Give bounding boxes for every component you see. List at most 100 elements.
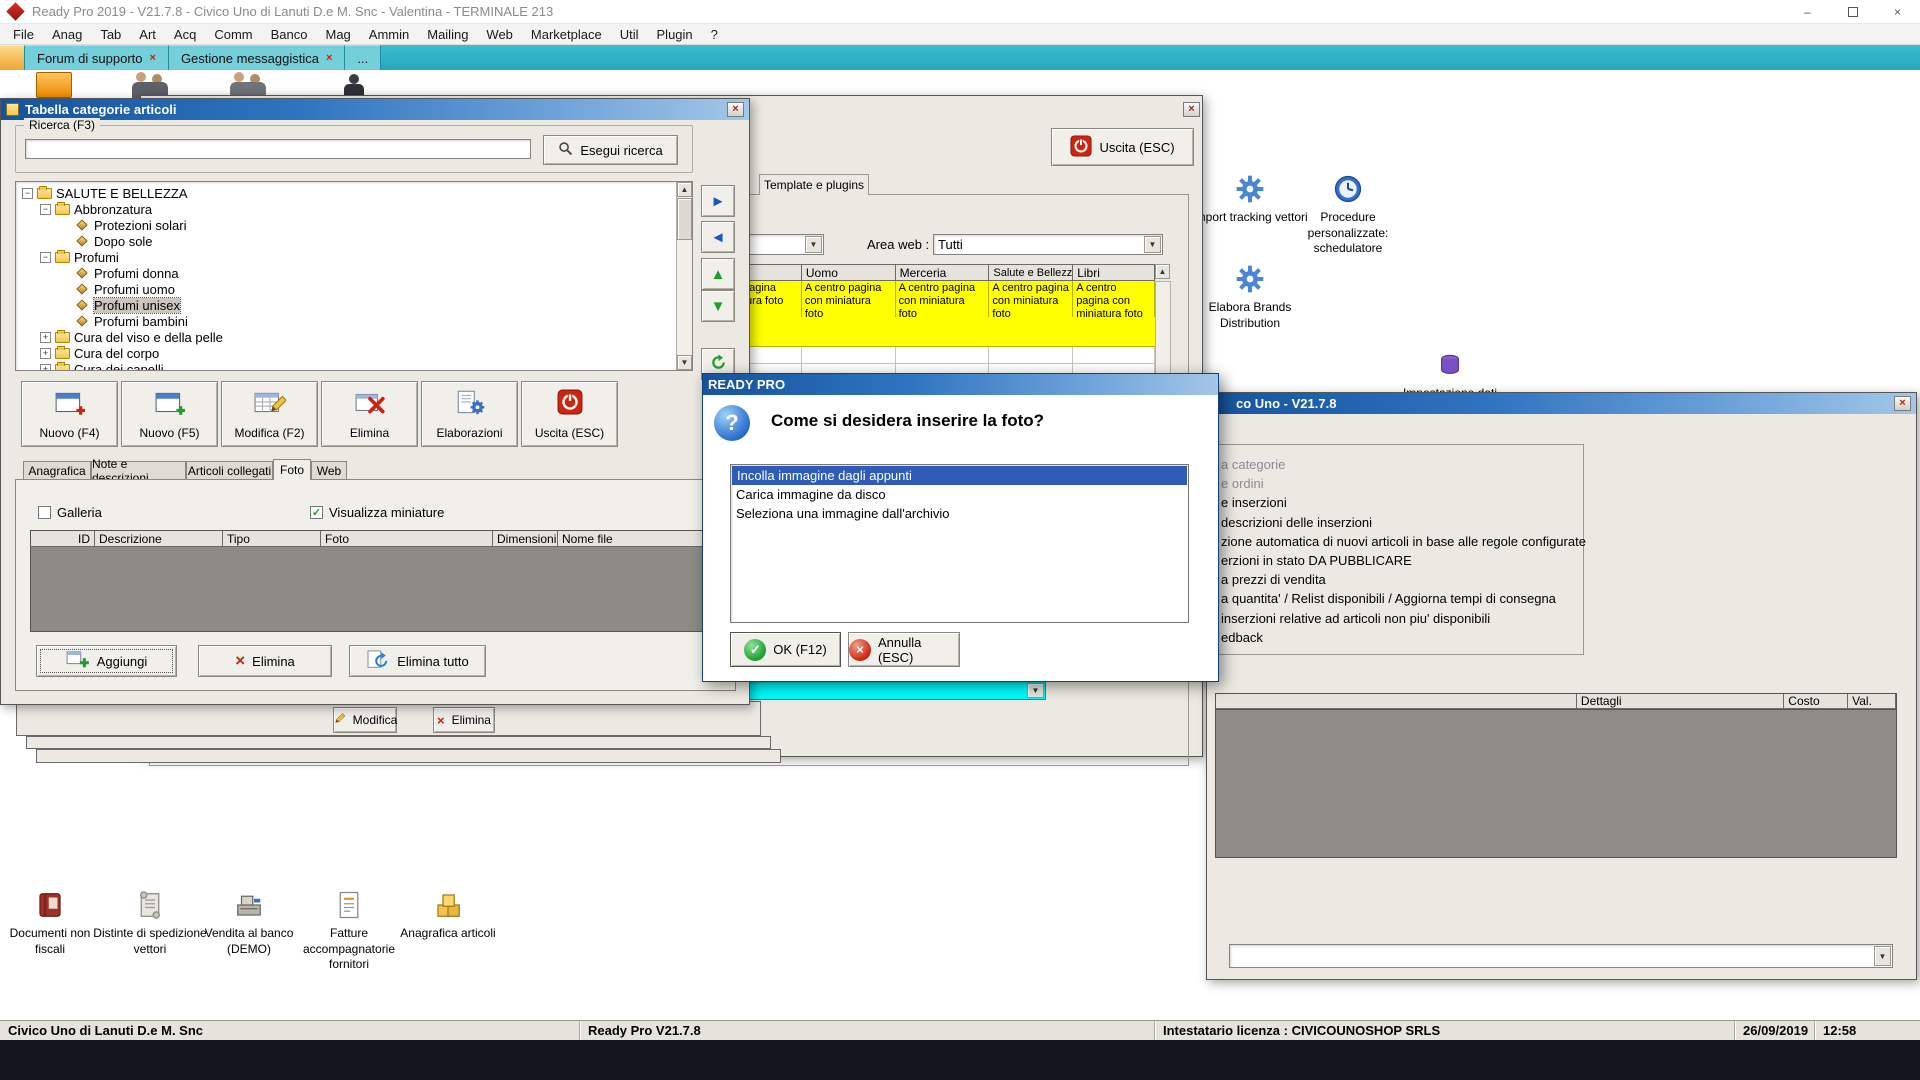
tab-gestione-messaggistica[interactable]: Gestione messaggistica×	[169, 45, 345, 70]
bottom-combobox[interactable]: ▼	[1229, 944, 1893, 968]
tree-item[interactable]: Protezioni solari	[74, 217, 187, 233]
listbox-option-carica[interactable]: Carica immagine da disco	[731, 485, 1188, 504]
detail-table-body[interactable]	[1215, 710, 1897, 858]
cyan-combobox[interactable]: ▼	[701, 681, 1046, 700]
elimina-button[interactable]: × Elimina	[433, 707, 495, 733]
menu-ammin[interactable]: Ammin	[360, 27, 418, 42]
menu-plugin[interactable]: Plugin	[648, 27, 702, 42]
uscita-esc-toolbar-button[interactable]: Uscita (ESC)	[521, 381, 618, 447]
tab-foto[interactable]: Foto	[273, 459, 311, 480]
close-tab-icon[interactable]: ×	[326, 52, 332, 64]
desktop-icon-documenti-non-fiscali[interactable]: Documenti non fiscali	[0, 888, 106, 957]
column-header-tipo[interactable]: Tipo	[223, 531, 321, 547]
menu-file[interactable]: File	[4, 27, 43, 42]
aggiungi-button[interactable]: Aggiungi	[36, 645, 177, 677]
chevron-down-icon[interactable]: ▼	[1144, 236, 1161, 253]
column-header-merceria[interactable]: Merceria	[896, 265, 990, 281]
close-window-icon[interactable]: ×	[1183, 102, 1200, 117]
tree-scrollbar[interactable]: ▲ ▼	[676, 182, 692, 370]
photo-table-body[interactable]	[30, 547, 724, 632]
menu-acq[interactable]: Acq	[165, 27, 205, 42]
collapse-icon[interactable]: −	[40, 252, 51, 263]
tree-item[interactable]: +Cura dei capelli	[40, 361, 164, 371]
tab-articoli-collegati[interactable]: Articoli collegati	[186, 461, 273, 479]
column-header-libri[interactable]: Libri	[1073, 265, 1155, 281]
tree-item[interactable]: +Cura del viso e della pelle	[40, 329, 223, 345]
tab-template-e-plugins[interactable]: Template e plugins	[759, 174, 869, 195]
menu-tab[interactable]: Tab	[91, 27, 130, 42]
desktop-icon-import-tracking[interactable]: Import tracking vettori	[1192, 172, 1308, 226]
tab-anagrafica[interactable]: Anagrafica	[23, 461, 91, 479]
tree-item[interactable]: Profumi donna	[74, 265, 179, 281]
collapse-icon[interactable]: −	[22, 188, 33, 199]
desktop-icon-partial-folder[interactable]	[36, 72, 72, 98]
desktop-icon-vendita-al-banco[interactable]: Vendita al banco (DEMO)	[192, 888, 306, 957]
option-item[interactable]: a categorie	[1221, 457, 1285, 472]
menu-util[interactable]: Util	[611, 27, 648, 42]
template-grid-row[interactable]: paginatura foto A centro pagina con mini…	[739, 281, 1155, 317]
column-header-id[interactable]: ID	[31, 531, 95, 547]
option-item[interactable]: erzioni in stato DA PUBBLICARE	[1221, 553, 1412, 568]
close-window-icon[interactable]: ×	[1894, 396, 1911, 411]
column-header-uomo[interactable]: Uomo	[802, 265, 896, 281]
option-item[interactable]: a quantita' / Relist disponibili / Aggio…	[1221, 591, 1556, 606]
tree-item[interactable]: +Cura del corpo	[40, 345, 159, 361]
grid-cell[interactable]: A centro pagina con miniatura foto	[1073, 281, 1155, 317]
move-left-button[interactable]: ◄	[701, 221, 735, 253]
visualizza-miniature-checkbox[interactable]: ✓Visualizza miniature	[310, 505, 444, 520]
close-button[interactable]: ×	[1875, 0, 1920, 24]
desktop-icon-anagrafica-articoli[interactable]: Anagrafica articoli	[388, 888, 508, 942]
minimize-button[interactable]: –	[1785, 0, 1830, 24]
template-grid-row[interactable]	[739, 317, 1155, 347]
area-web-combobox[interactable]: Tutti ▼	[933, 234, 1163, 255]
move-up-button[interactable]: ▲	[701, 258, 735, 290]
listbox-option-incolla[interactable]: Incolla immagine dagli appunti	[732, 466, 1187, 485]
scrollbar-thumb[interactable]	[677, 198, 692, 240]
nuovo-f4-button[interactable]: Nuovo (F4)	[21, 381, 118, 447]
option-item[interactable]: edback	[1221, 630, 1263, 645]
grid-cell[interactable]	[989, 347, 1073, 364]
esegui-ricerca-button[interactable]: Esegui ricerca	[543, 135, 678, 165]
column-header-salute[interactable]: Salute e Bellezza	[989, 265, 1073, 281]
modifica-f2-button[interactable]: Modifica (F2)	[221, 381, 318, 447]
category-search-input[interactable]	[25, 139, 531, 159]
elimina-tutto-button[interactable]: Elimina tutto	[349, 645, 486, 677]
maximize-button[interactable]	[1830, 0, 1875, 24]
menu-mag[interactable]: Mag	[316, 27, 359, 42]
tab-note-e-descrizioni[interactable]: Note e descrizioni	[91, 461, 186, 479]
column-header-dettagli[interactable]: Dettagli	[1577, 694, 1784, 709]
tree-item[interactable]: Dopo sole	[74, 233, 153, 249]
option-item[interactable]: inserzioni relative ad articoli non piu'…	[1221, 611, 1490, 626]
tree-item[interactable]: −SALUTE E BELLEZZA	[22, 185, 188, 201]
tree-item[interactable]: −Profumi	[40, 249, 119, 265]
grid-cell[interactable]: A centro pagina con miniatura foto	[896, 281, 990, 317]
galleria-checkbox[interactable]: Galleria	[38, 505, 102, 520]
option-item[interactable]: e ordini	[1221, 476, 1264, 491]
column-header-costo[interactable]: Costo	[1784, 694, 1848, 709]
column-header-val[interactable]: Val.	[1848, 694, 1896, 709]
tab-forum-di-supporto[interactable]: Forum di supporto×	[25, 45, 169, 70]
annulla-button[interactable]: × Annulla (ESC)	[848, 632, 960, 667]
expand-icon[interactable]: +	[40, 332, 51, 343]
desktop-icon-distinte-spedizione[interactable]: Distinte di spedizione vettori	[92, 888, 208, 957]
scroll-up-icon[interactable]: ▲	[1155, 264, 1170, 279]
menu-banco[interactable]: Banco	[262, 27, 317, 42]
grid-cell[interactable]	[1073, 347, 1155, 364]
menu-marketplace[interactable]: Marketplace	[522, 27, 611, 42]
expand-icon[interactable]: +	[40, 364, 51, 372]
grid-cell[interactable]: A centro pagina con miniatura foto	[802, 281, 896, 317]
chevron-down-icon[interactable]: ▼	[1874, 946, 1891, 966]
tree-item[interactable]: Profumi uomo	[74, 281, 175, 297]
grid-cell[interactable]: A centro pagina con miniatura foto	[989, 281, 1073, 317]
ok-button[interactable]: ✓ OK (F12)	[730, 632, 841, 667]
tree-item-selected[interactable]: Profumi unisex	[74, 297, 180, 313]
chevron-down-icon[interactable]: ▼	[805, 236, 822, 253]
menu-comm[interactable]: Comm	[205, 27, 261, 42]
scroll-down-icon[interactable]: ▼	[677, 355, 692, 370]
column-header-foto[interactable]: Foto	[321, 531, 493, 547]
option-item[interactable]: e inserzioni	[1221, 495, 1287, 510]
tree-item[interactable]: Profumi bambini	[74, 313, 188, 329]
listbox-option-seleziona[interactable]: Seleziona una immagine dall'archivio	[731, 504, 1188, 523]
menu-web[interactable]: Web	[477, 27, 522, 42]
menu-help[interactable]: ?	[702, 27, 727, 42]
